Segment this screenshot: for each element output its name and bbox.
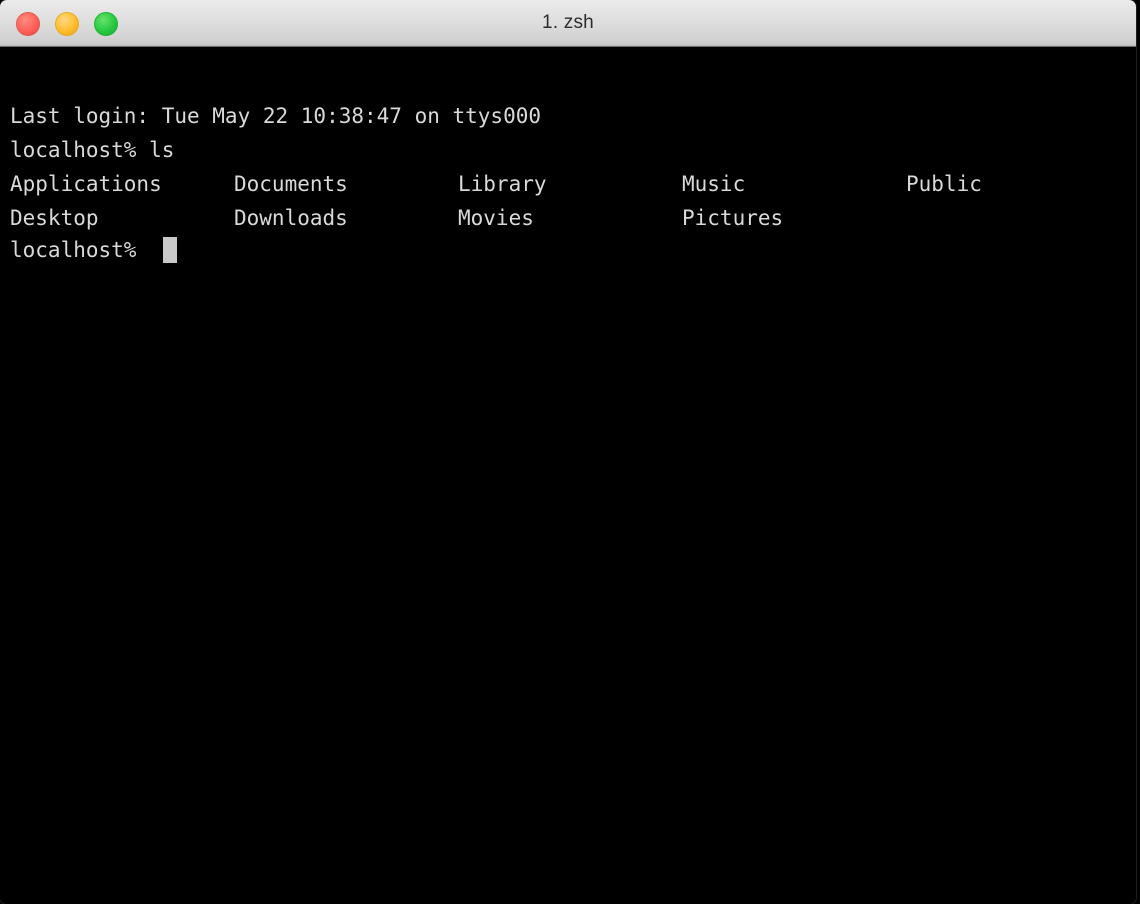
ls-output-row: Applications Documents Library Music Pub… xyxy=(0,167,1136,201)
shell-prompt: localhost% xyxy=(10,238,150,262)
window-titlebar[interactable]: 1. zsh xyxy=(0,0,1136,47)
command-line-ls: localhost% ls xyxy=(10,138,175,162)
ls-entry: Library xyxy=(458,172,547,196)
window-title: 1. zsh xyxy=(542,12,594,33)
ls-entry: Public xyxy=(906,172,982,196)
ls-entry: Music xyxy=(682,172,746,196)
ls-output-row: Desktop Downloads Movies Pictures xyxy=(0,201,1136,235)
ls-entry: Pictures xyxy=(682,206,784,230)
ls-entry: Applications xyxy=(10,172,162,196)
ls-entry: Desktop xyxy=(10,206,99,230)
last-login-line: Last login: Tue May 22 10:38:47 on ttys0… xyxy=(10,104,542,128)
ls-entry: Documents xyxy=(234,172,348,196)
terminal-output-area[interactable]: Last login: Tue May 22 10:38:47 on ttys0… xyxy=(0,47,1136,904)
terminal-window[interactable]: 1. zsh Last login: Tue May 22 10:38:47 o… xyxy=(0,0,1136,904)
ls-entry: Downloads xyxy=(234,206,348,230)
text-cursor xyxy=(163,237,177,263)
ls-entry: Movies xyxy=(458,206,534,230)
